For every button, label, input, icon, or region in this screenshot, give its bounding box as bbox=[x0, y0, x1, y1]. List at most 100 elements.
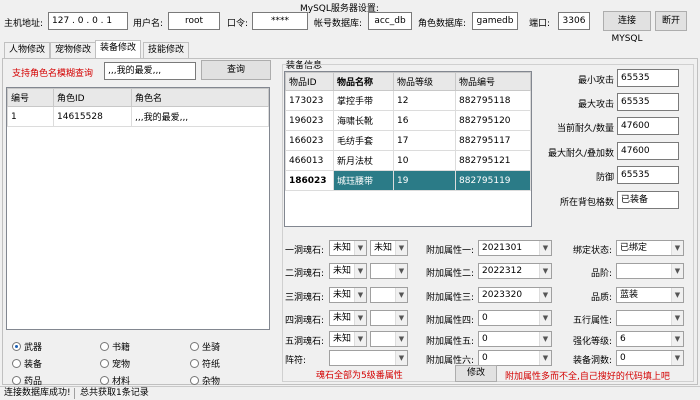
chevron-down-icon[interactable]: ▼ bbox=[539, 332, 551, 346]
element-select[interactable]: ▼ bbox=[616, 310, 684, 326]
socket-count-select[interactable]: 0 ▼ bbox=[616, 350, 684, 366]
bind-state-select[interactable]: 已绑定 ▼ bbox=[616, 240, 684, 256]
query-button[interactable]: 查询 bbox=[201, 60, 271, 80]
gem5-select-a[interactable]: 未知 ▼ bbox=[329, 331, 367, 347]
chevron-down-icon[interactable]: ▼ bbox=[354, 288, 366, 302]
disconnect-button[interactable]: 断开 bbox=[655, 11, 687, 31]
min-attack-input[interactable]: 65535 bbox=[617, 69, 679, 87]
current-durability-input[interactable]: 47600 bbox=[617, 117, 679, 135]
radio-mount[interactable]: 坐骑 bbox=[190, 340, 220, 353]
gem2-select-a[interactable]: 未知 ▼ bbox=[329, 263, 367, 279]
table-row[interactable]: 196023 海啸长靴 16 882795120 bbox=[285, 110, 531, 131]
chevron-down-icon[interactable]: ▼ bbox=[671, 332, 683, 346]
chevron-down-icon[interactable]: ▼ bbox=[539, 264, 551, 278]
tab-character[interactable]: 人物修改 bbox=[4, 42, 51, 58]
chevron-down-icon[interactable]: ▼ bbox=[539, 351, 551, 365]
max-durability-input[interactable]: 47600 bbox=[617, 142, 679, 160]
chevron-down-icon[interactable]: ▼ bbox=[354, 264, 366, 278]
rune-select[interactable]: ▼ bbox=[329, 350, 408, 366]
column-header[interactable]: 角色ID bbox=[53, 88, 132, 107]
acc-db-label: 帐号数据库: bbox=[314, 19, 363, 29]
max-attack-input[interactable]: 65535 bbox=[617, 93, 679, 111]
chevron-down-icon[interactable]: ▼ bbox=[395, 332, 407, 346]
table-row-selected[interactable]: 186023 城珏腰带 19 882795119 bbox=[285, 170, 531, 191]
radio-label: 武器 bbox=[24, 343, 43, 353]
radio-pet[interactable]: 宠物 bbox=[100, 357, 130, 370]
column-header[interactable]: 物品ID bbox=[285, 72, 334, 91]
table-row[interactable]: 173023 掌控手带 12 882795118 bbox=[285, 90, 531, 111]
gem3-select-a[interactable]: 未知 ▼ bbox=[329, 287, 367, 303]
port-input[interactable]: 3306 bbox=[558, 12, 590, 30]
chevron-down-icon[interactable]: ▼ bbox=[354, 332, 366, 346]
chevron-down-icon[interactable]: ▼ bbox=[671, 264, 683, 278]
host-input[interactable]: 127 . 0 . 0 . 1 bbox=[48, 12, 128, 30]
chevron-down-icon[interactable]: ▼ bbox=[395, 288, 407, 302]
attr2-select[interactable]: 2022312 ▼ bbox=[478, 263, 552, 279]
port-label: 端口: bbox=[529, 19, 551, 29]
bag-slot-input[interactable]: 已装备 bbox=[617, 191, 679, 209]
quality-select[interactable]: 蓝装 ▼ bbox=[616, 287, 684, 303]
password-input[interactable]: **** bbox=[252, 12, 308, 30]
chevron-down-icon[interactable]: ▼ bbox=[395, 241, 407, 255]
attr4-select[interactable]: 0 ▼ bbox=[478, 310, 552, 326]
chevron-down-icon[interactable]: ▼ bbox=[671, 351, 683, 365]
attr5-select[interactable]: 0 ▼ bbox=[478, 331, 552, 347]
column-header[interactable]: 物品编号 bbox=[455, 72, 531, 91]
gem5-select-b[interactable]: ▼ bbox=[370, 331, 408, 347]
gem4-label: 四洞魂石: bbox=[285, 316, 325, 326]
chevron-down-icon[interactable]: ▼ bbox=[395, 264, 407, 278]
column-header[interactable]: 物品等级 bbox=[393, 72, 456, 91]
radio-dot bbox=[12, 376, 21, 385]
table-cell: 166023 bbox=[285, 130, 334, 151]
column-header[interactable]: 角色名 bbox=[131, 88, 269, 107]
chevron-down-icon[interactable]: ▼ bbox=[671, 241, 683, 255]
enhance-level-label: 强化等级: bbox=[572, 337, 612, 347]
radio-weapon[interactable]: 武器 bbox=[12, 340, 42, 353]
connect-mysql-button[interactable]: 连接MYSQL bbox=[603, 11, 651, 44]
gem1-select-a[interactable]: 未知 ▼ bbox=[329, 240, 367, 256]
gem3-select-b[interactable]: ▼ bbox=[370, 287, 408, 303]
attr1-select[interactable]: 2021301 ▼ bbox=[478, 240, 552, 256]
radio-book[interactable]: 书籍 bbox=[100, 340, 130, 353]
acc-db-input[interactable]: acc_db bbox=[368, 12, 412, 30]
modify-button[interactable]: 修改 bbox=[455, 365, 497, 382]
select-value: 0 bbox=[482, 353, 488, 363]
radio-dot bbox=[190, 359, 199, 368]
chevron-down-icon[interactable]: ▼ bbox=[671, 311, 683, 325]
radio-talisman[interactable]: 符纸 bbox=[190, 357, 220, 370]
table-cell: 882795121 bbox=[455, 150, 531, 171]
attr3-select[interactable]: 2023320 ▼ bbox=[478, 287, 552, 303]
chevron-down-icon[interactable]: ▼ bbox=[539, 288, 551, 302]
attr6-select[interactable]: 0 ▼ bbox=[478, 350, 552, 366]
gem4-select-a[interactable]: 未知 ▼ bbox=[329, 310, 367, 326]
gem1-select-b[interactable]: 未知 ▼ bbox=[370, 240, 408, 256]
gem4-select-b[interactable]: ▼ bbox=[370, 310, 408, 326]
user-input[interactable]: root bbox=[168, 12, 220, 30]
chevron-down-icon[interactable]: ▼ bbox=[539, 241, 551, 255]
column-header[interactable]: 物品名称 bbox=[333, 72, 394, 91]
chevron-down-icon[interactable]: ▼ bbox=[539, 311, 551, 325]
role-db-input[interactable]: gamedb bbox=[472, 12, 518, 30]
table-row[interactable]: 466013 新月法杖 10 882795121 bbox=[285, 150, 531, 171]
radio-dot bbox=[100, 359, 109, 368]
chevron-down-icon[interactable]: ▼ bbox=[671, 288, 683, 302]
tab-pet[interactable]: 宠物修改 bbox=[50, 42, 97, 58]
chevron-down-icon[interactable]: ▼ bbox=[354, 241, 366, 255]
defense-input[interactable]: 65535 bbox=[617, 166, 679, 184]
gem2-select-b[interactable]: ▼ bbox=[370, 263, 408, 279]
radio-equipment[interactable]: 装备 bbox=[12, 357, 42, 370]
table-cell: 新月法杖 bbox=[333, 150, 394, 171]
select-value: 0 bbox=[620, 353, 626, 363]
grade-select[interactable]: ▼ bbox=[616, 263, 684, 279]
bind-state-label: 绑定状态: bbox=[572, 246, 612, 256]
column-header[interactable]: 编号 bbox=[7, 88, 54, 107]
role-search-input[interactable]: ,,,我的最爱,,, bbox=[104, 62, 196, 80]
enhance-level-select[interactable]: 6 ▼ bbox=[616, 331, 684, 347]
chevron-down-icon[interactable]: ▼ bbox=[354, 311, 366, 325]
chevron-down-icon[interactable]: ▼ bbox=[395, 311, 407, 325]
table-row[interactable]: 1 14615528 ,,,我的最爱,,, bbox=[7, 106, 269, 127]
tab-equipment[interactable]: 装备修改 bbox=[95, 40, 142, 59]
table-row[interactable]: 166023 毛纺手套 17 882795117 bbox=[285, 130, 531, 151]
chevron-down-icon[interactable]: ▼ bbox=[395, 351, 407, 365]
tab-skill[interactable]: 技能修改 bbox=[143, 42, 190, 58]
